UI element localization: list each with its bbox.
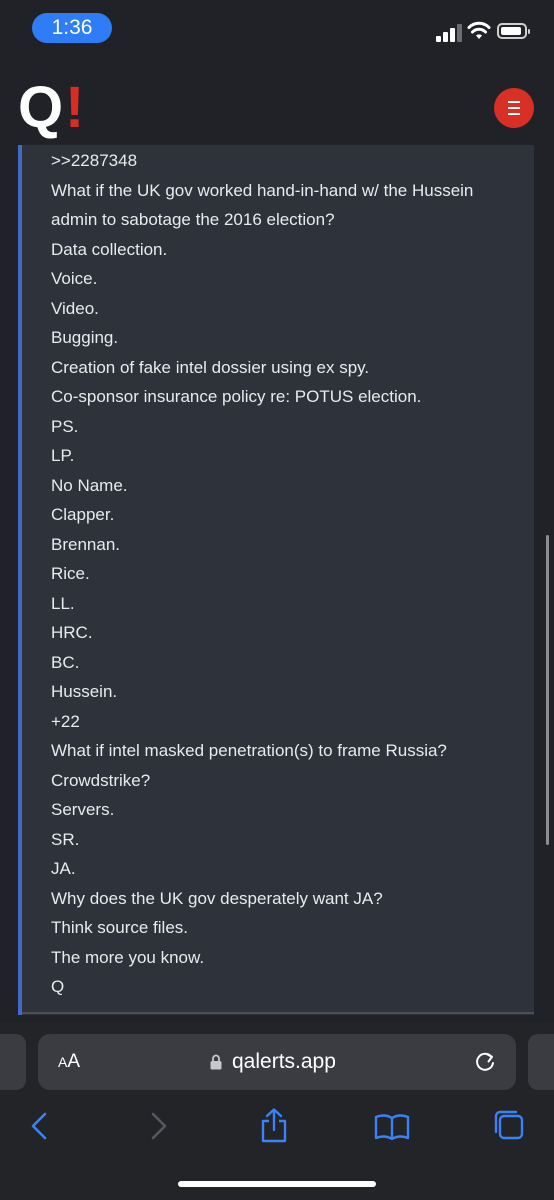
status-bar: 1:36 — [0, 0, 554, 60]
post-line: Q — [51, 977, 65, 996]
logo-q: Q — [18, 75, 64, 140]
post-line: LL. — [51, 593, 75, 613]
address-bar[interactable]: AA qalerts.app — [38, 1034, 516, 1090]
home-indicator[interactable] — [178, 1181, 376, 1187]
post-line: No Name. — [51, 475, 128, 495]
post-line: Brennan. — [51, 534, 120, 554]
next-tab-preview[interactable] — [528, 1034, 554, 1090]
post-line: Clapper. — [51, 505, 115, 524]
post-line: Video. — [51, 298, 99, 318]
post-line: BC. — [51, 652, 80, 672]
lock-icon — [210, 1054, 222, 1070]
post-line: >>2287348 — [51, 151, 138, 170]
post-line: LP. — [51, 446, 75, 465]
bookmarks-icon[interactable] — [372, 1106, 412, 1146]
post-line: What if intel masked penetration(s) to f… — [51, 741, 447, 760]
back-icon[interactable] — [20, 1106, 60, 1146]
post-line: Think source files. — [51, 918, 188, 937]
post-line: Why does the UK gov desperately want JA? — [51, 888, 383, 908]
scrollbar[interactable] — [546, 535, 549, 845]
browser-bottom-bar: AA qalerts.app — [0, 1022, 554, 1200]
post-line: SR. — [51, 829, 80, 849]
post-line: Servers. — [51, 800, 115, 819]
battery-icon — [497, 23, 530, 39]
post-line: Creation of fake intel dossier using ex … — [51, 357, 370, 377]
post-line: Co-sponsor insurance policy re: POTUS el… — [51, 387, 422, 406]
forward-icon[interactable] — [138, 1106, 178, 1146]
reader-settings-button[interactable]: AA — [58, 1034, 80, 1090]
hamburger-icon — [508, 101, 520, 103]
site-header: Q ! — [0, 60, 554, 145]
post-body: >>2287348 What if the UK gov worked hand-… — [51, 146, 473, 1002]
post-line: Bugging. — [51, 328, 119, 347]
share-icon[interactable] — [254, 1106, 294, 1146]
post-line: JA. — [51, 859, 76, 878]
post-line: admin to sabotage the 2016 election? — [51, 210, 335, 229]
post-line: Data collection. — [51, 239, 168, 259]
tabs-icon[interactable] — [490, 1106, 530, 1146]
post-line: What if the UK gov worked hand-in-hand w… — [51, 180, 474, 200]
post-line: Rice. — [51, 564, 90, 583]
post-line: HRC. — [51, 623, 93, 642]
reload-icon[interactable] — [474, 1051, 496, 1073]
status-time[interactable]: 1:36 — [32, 13, 112, 43]
post-line: Crowdstrike? — [51, 770, 151, 790]
previous-tab-preview[interactable] — [0, 1034, 26, 1090]
post-line: +22 — [51, 711, 80, 731]
logo-exclamation: ! — [65, 75, 85, 140]
post-line: PS. — [51, 416, 79, 436]
post-card: >>2287348 What if the UK gov worked hand-… — [18, 145, 534, 1015]
post-line: Hussein. — [51, 682, 118, 701]
wifi-icon — [467, 21, 491, 39]
post-line: Voice. — [51, 269, 98, 288]
site-logo[interactable]: Q ! — [18, 75, 88, 140]
browser-toolbar — [0, 1106, 554, 1150]
url-text[interactable]: qalerts.app — [232, 1034, 336, 1090]
cellular-signal-icon — [436, 24, 462, 42]
menu-button[interactable] — [494, 88, 534, 128]
post-line: The more you know. — [51, 947, 205, 967]
post-divider — [22, 1012, 534, 1014]
